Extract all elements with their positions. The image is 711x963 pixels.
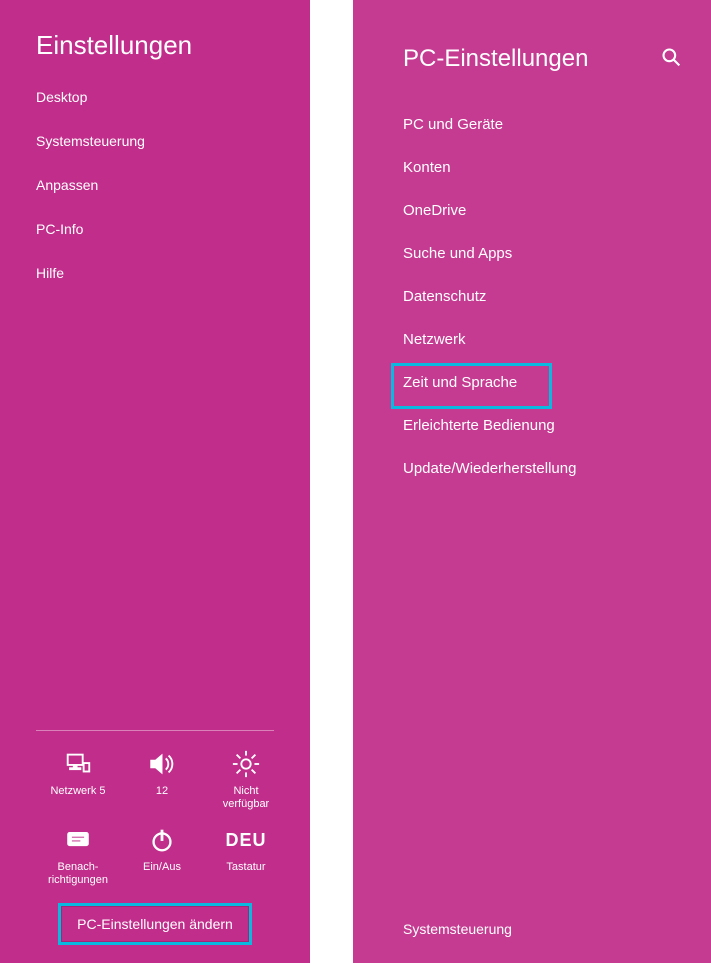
pc-item-netzwerk[interactable]: Netzwerk bbox=[353, 318, 711, 361]
spacer bbox=[0, 295, 310, 730]
settings-title: Einstellungen bbox=[0, 0, 310, 71]
pc-settings-items: PC und GeräteKontenOneDriveSuche und App… bbox=[353, 89, 711, 490]
quick-settings-tiles: Netzwerk 5 12 Nichtverfügbar Benach-richtig… bbox=[0, 747, 310, 893]
tile-brightness[interactable]: Nichtverfügbar bbox=[204, 747, 288, 817]
change-pc-settings-link[interactable]: PC-Einstellungen ändern bbox=[58, 903, 252, 945]
pc-settings-title: PC-Einstellungen bbox=[403, 45, 661, 73]
pc-settings-panel: PC-Einstellungen PC und GeräteKontenOneD… bbox=[353, 0, 711, 963]
pc-item-pc-und-ger-te[interactable]: PC und Geräte bbox=[353, 103, 711, 146]
pc-item-zeit-und-sprache[interactable]: Zeit und Sprache bbox=[353, 361, 711, 404]
charm-link-pc-info[interactable]: PC-Info bbox=[36, 207, 310, 251]
tile-label: Tastatur bbox=[226, 861, 265, 874]
ime-text: DEU bbox=[229, 823, 263, 857]
tile-power[interactable]: Ein/Aus bbox=[120, 823, 204, 893]
tile-volume[interactable]: 12 bbox=[120, 747, 204, 817]
settings-charm-panel: Einstellungen DesktopSystemsteuerungAnpa… bbox=[0, 0, 310, 963]
notify-icon bbox=[61, 823, 95, 857]
brightness-icon bbox=[229, 747, 263, 781]
charm-link-hilfe[interactable]: Hilfe bbox=[36, 251, 310, 295]
power-icon bbox=[145, 823, 179, 857]
pc-item-update-wiederherstellung[interactable]: Update/Wiederherstellung bbox=[353, 447, 711, 490]
charm-link-anpassen[interactable]: Anpassen bbox=[36, 163, 310, 207]
tile-notify[interactable]: Benach-richtigungen bbox=[36, 823, 120, 893]
charm-link-systemsteuerung[interactable]: Systemsteuerung bbox=[36, 119, 310, 163]
tile-label: Ein/Aus bbox=[143, 861, 181, 874]
tile-label: Nichtverfügbar bbox=[223, 785, 269, 811]
pc-settings-header: PC-Einstellungen bbox=[353, 0, 711, 89]
settings-links: DesktopSystemsteuerungAnpassenPC-InfoHil… bbox=[0, 71, 310, 295]
tile-label: 12 bbox=[156, 785, 168, 798]
tile-network[interactable]: Netzwerk 5 bbox=[36, 747, 120, 817]
tile-keyboard[interactable]: DEU Tastatur bbox=[204, 823, 288, 893]
pc-item-konten[interactable]: Konten bbox=[353, 146, 711, 189]
change-link-wrap: PC-Einstellungen ändern bbox=[0, 893, 310, 963]
volume-icon bbox=[145, 747, 179, 781]
pc-item-onedrive[interactable]: OneDrive bbox=[353, 189, 711, 232]
tile-label: Netzwerk 5 bbox=[50, 785, 105, 798]
charm-link-desktop[interactable]: Desktop bbox=[36, 75, 310, 119]
search-icon[interactable] bbox=[661, 47, 681, 72]
pc-item-suche-und-apps[interactable]: Suche und Apps bbox=[353, 232, 711, 275]
tile-label: Benach-richtigungen bbox=[48, 861, 108, 887]
divider bbox=[36, 730, 274, 731]
network-icon bbox=[61, 747, 95, 781]
pc-item-datenschutz[interactable]: Datenschutz bbox=[353, 275, 711, 318]
panel-gap bbox=[310, 0, 353, 963]
pc-item-erleichterte-bedienung[interactable]: Erleichterte Bedienung bbox=[353, 404, 711, 447]
control-panel-link[interactable]: Systemsteuerung bbox=[403, 921, 512, 937]
